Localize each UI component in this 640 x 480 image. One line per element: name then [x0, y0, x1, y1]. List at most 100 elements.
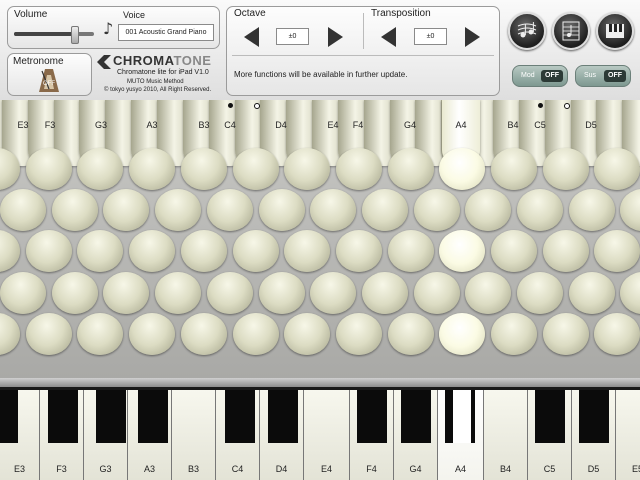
- note-button[interactable]: [310, 189, 357, 231]
- active-key-highlight[interactable]: [453, 390, 471, 443]
- note-button[interactable]: [542, 148, 589, 190]
- brand-name: CHROMATONE: [113, 53, 211, 68]
- note-button[interactable]: [335, 313, 382, 355]
- note-button[interactable]: [310, 272, 357, 314]
- black-key[interactable]: [138, 390, 168, 443]
- note-button[interactable]: [284, 148, 331, 190]
- notes-mode-button[interactable]: [552, 12, 590, 50]
- black-key[interactable]: [268, 390, 298, 443]
- note-button[interactable]: [77, 230, 124, 272]
- note-button[interactable]: [180, 148, 227, 190]
- note-button[interactable]: [129, 148, 176, 190]
- black-key[interactable]: [357, 390, 387, 443]
- note-button[interactable]: [413, 189, 460, 231]
- octave-up-button[interactable]: [328, 27, 343, 47]
- note-button[interactable]: [51, 272, 98, 314]
- note-button[interactable]: [594, 313, 640, 355]
- note-button[interactable]: [129, 230, 176, 272]
- sus-toggle[interactable]: Sus OFF: [575, 65, 631, 87]
- note-button[interactable]: [568, 272, 615, 314]
- note-button[interactable]: [77, 313, 124, 355]
- note-button[interactable]: [413, 272, 460, 314]
- note-button[interactable]: [491, 313, 537, 355]
- white-key-label: E5: [631, 464, 640, 474]
- black-key[interactable]: [401, 390, 431, 443]
- black-key[interactable]: [48, 390, 78, 443]
- mod-state: OFF: [541, 70, 563, 82]
- note-button[interactable]: [232, 230, 279, 272]
- note-button[interactable]: [517, 272, 563, 314]
- note-button[interactable]: [129, 313, 176, 355]
- black-key[interactable]: [535, 390, 565, 443]
- note-button[interactable]: [387, 230, 434, 272]
- note-button[interactable]: [180, 230, 227, 272]
- note-button[interactable]: [620, 272, 640, 314]
- white-key[interactable]: E5: [616, 390, 640, 480]
- note-button[interactable]: [25, 313, 72, 355]
- note-button[interactable]: [491, 148, 537, 190]
- black-key[interactable]: [96, 390, 126, 443]
- note-button[interactable]: [51, 189, 98, 231]
- board-note-label: F3: [44, 120, 56, 130]
- note-button[interactable]: [594, 148, 640, 190]
- note-button[interactable]: [439, 313, 486, 355]
- note-button[interactable]: [0, 230, 20, 272]
- note-button[interactable]: [491, 230, 537, 272]
- note-button[interactable]: [594, 230, 640, 272]
- panel-divider: [363, 13, 364, 49]
- note-button[interactable]: [439, 148, 486, 190]
- note-button[interactable]: [77, 148, 124, 190]
- note-button[interactable]: [335, 148, 382, 190]
- note-button[interactable]: [387, 148, 434, 190]
- c-marker-dot: [254, 103, 260, 109]
- score-mode-button[interactable]: [508, 12, 546, 50]
- volume-thumb[interactable]: [71, 26, 79, 44]
- keyboard-mode-button[interactable]: [596, 12, 634, 50]
- note-button[interactable]: [542, 230, 589, 272]
- black-key[interactable]: [579, 390, 609, 443]
- note-button[interactable]: [25, 148, 72, 190]
- metronome-panel[interactable]: Metronome OFF: [7, 53, 92, 96]
- note-button[interactable]: [25, 230, 72, 272]
- note-button[interactable]: [284, 230, 331, 272]
- note-button[interactable]: [361, 189, 408, 231]
- note-button[interactable]: [232, 148, 279, 190]
- mod-toggle[interactable]: Mod OFF: [512, 65, 568, 87]
- note-button[interactable]: [387, 313, 434, 355]
- note-button[interactable]: [206, 189, 253, 231]
- voice-select[interactable]: 001 Acoustic Grand Piano: [118, 24, 214, 41]
- note-button[interactable]: [0, 313, 20, 355]
- note-button[interactable]: [620, 189, 640, 231]
- octave-down-button[interactable]: [244, 27, 259, 47]
- chromatone-button-board: E3 F3 G3 A3 B3 C4 D4 E4 F4 G4 A4 B4 C5 D5: [0, 100, 640, 378]
- black-key[interactable]: [225, 390, 255, 443]
- note-button[interactable]: [542, 313, 589, 355]
- note-button[interactable]: [258, 272, 305, 314]
- white-key[interactable]: E4: [304, 390, 350, 480]
- note-button[interactable]: [103, 272, 150, 314]
- white-key[interactable]: B4: [484, 390, 528, 480]
- note-button[interactable]: [180, 313, 227, 355]
- note-button[interactable]: [232, 313, 279, 355]
- note-button[interactable]: [568, 189, 615, 231]
- note-button[interactable]: [206, 272, 253, 314]
- note-button[interactable]: [361, 272, 408, 314]
- transposition-up-button[interactable]: [465, 27, 480, 47]
- note-button[interactable]: [155, 272, 202, 314]
- note-button[interactable]: [258, 189, 305, 231]
- note-button[interactable]: [465, 272, 512, 314]
- note-button[interactable]: [103, 189, 150, 231]
- note-button[interactable]: [0, 189, 46, 231]
- board-note-label: A3: [146, 120, 158, 130]
- note-button[interactable]: [517, 189, 563, 231]
- note-button[interactable]: [155, 189, 202, 231]
- volume-slider[interactable]: [14, 26, 96, 44]
- note-button[interactable]: [0, 272, 46, 314]
- note-button[interactable]: [465, 189, 512, 231]
- transposition-down-button[interactable]: [381, 27, 396, 47]
- black-key[interactable]: [0, 390, 18, 443]
- white-key[interactable]: B3: [172, 390, 216, 480]
- note-button[interactable]: [284, 313, 331, 355]
- note-button[interactable]: [439, 230, 486, 272]
- note-button[interactable]: [335, 230, 382, 272]
